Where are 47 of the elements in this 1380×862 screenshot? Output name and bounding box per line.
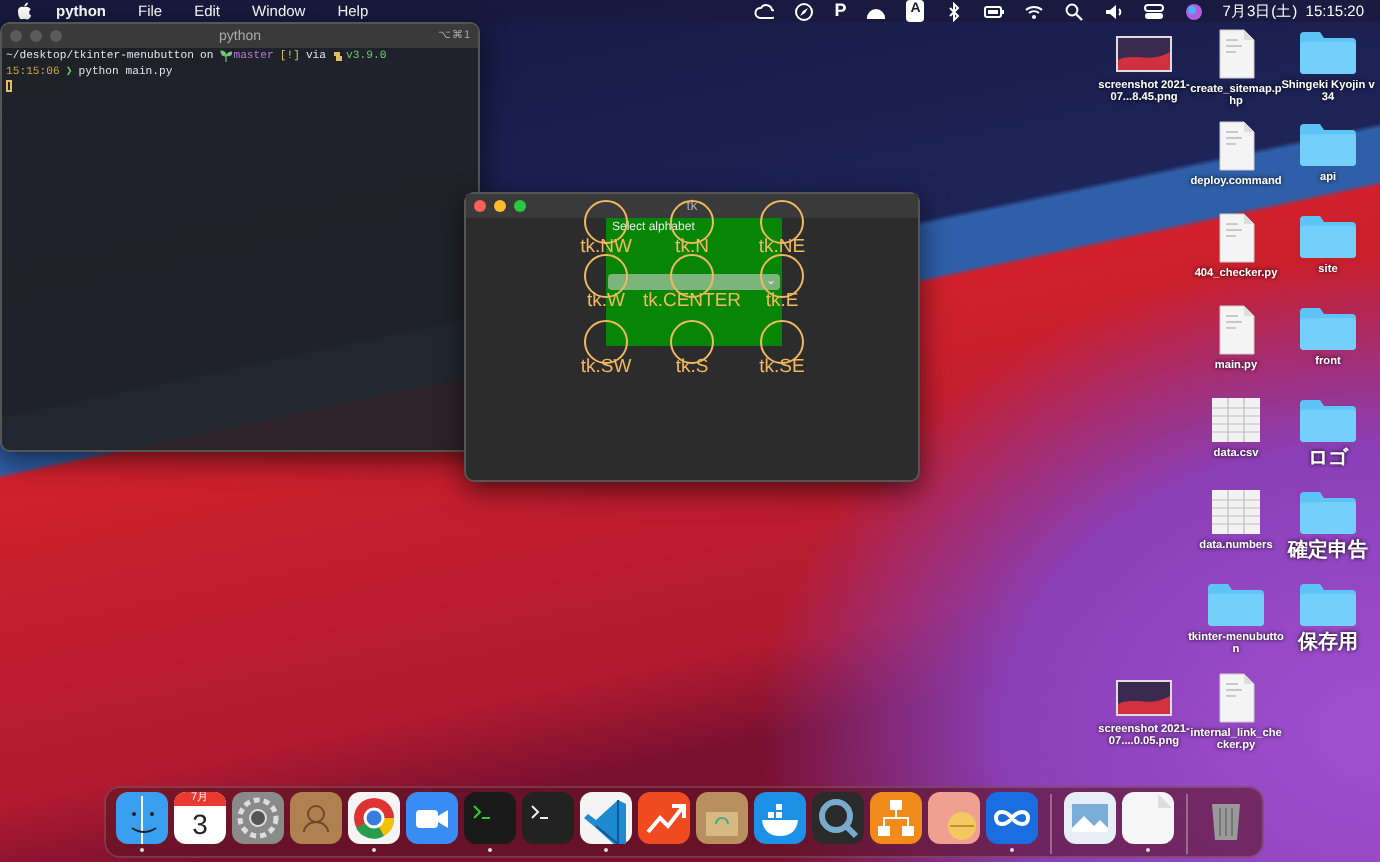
anchor-label: tk.SE	[759, 354, 805, 382]
anchor-label: tk.W	[587, 288, 625, 316]
magnifier-icon[interactable]	[812, 792, 864, 844]
file-label[interactable]: 確定申告	[1280, 540, 1376, 562]
whale-icon[interactable]	[754, 792, 806, 844]
anchor-label: tk.SW	[580, 354, 632, 382]
close-button[interactable]	[474, 200, 486, 212]
file-label[interactable]: ロゴ	[1280, 448, 1376, 470]
speaker-icon[interactable]	[1104, 1, 1125, 21]
gear-icon[interactable]	[232, 792, 284, 844]
switch-icon[interactable]	[1144, 1, 1165, 21]
sprout-icon	[219, 49, 232, 62]
video-camera-icon[interactable]	[406, 792, 458, 844]
minimize-button[interactable]	[494, 200, 506, 212]
folder-icon[interactable]	[1298, 396, 1358, 444]
flowchart-icon[interactable]	[870, 792, 922, 844]
document-icon[interactable]	[1122, 792, 1174, 844]
anchor-label: tk.S	[675, 354, 709, 382]
battery-icon[interactable]	[984, 1, 1005, 21]
ribbon-icon[interactable]	[580, 792, 632, 844]
spreadsheet-icon[interactable]	[1206, 396, 1266, 444]
anchor-label: tk.N	[675, 234, 709, 262]
folder-icon[interactable]	[1298, 120, 1358, 168]
apple-icon[interactable]	[16, 2, 32, 20]
zoom-button[interactable]	[514, 200, 526, 212]
photo-icon[interactable]	[1064, 792, 1116, 844]
spreadsheet-icon[interactable]	[1206, 488, 1266, 536]
snake-icon	[332, 49, 345, 62]
smiling-face-icon[interactable]	[116, 792, 168, 844]
colored-ring-icon[interactable]	[348, 792, 400, 844]
text-cursor	[6, 80, 12, 92]
cloud-icon[interactable]	[754, 1, 775, 21]
orb-icon[interactable]	[1184, 1, 1205, 21]
anchor-label: tk.NE	[758, 234, 806, 262]
search-icon[interactable]	[1064, 1, 1085, 21]
anchor-label: tk.NW	[580, 234, 632, 262]
anchor-label: tk.E	[765, 288, 799, 316]
pill-icon[interactable]	[928, 792, 980, 844]
bluetooth-icon[interactable]	[944, 1, 965, 21]
compass-icon[interactable]	[794, 1, 815, 21]
status-icon-text[interactable]: P	[834, 0, 847, 25]
folder-icon[interactable]	[1298, 28, 1358, 76]
crate-icon[interactable]	[696, 792, 748, 844]
anchor-label: tk.CENTER	[642, 288, 742, 316]
infinity-icon[interactable]	[986, 792, 1038, 844]
wifi-icon[interactable]	[1024, 1, 1045, 21]
folder-icon[interactable]	[1298, 304, 1358, 352]
